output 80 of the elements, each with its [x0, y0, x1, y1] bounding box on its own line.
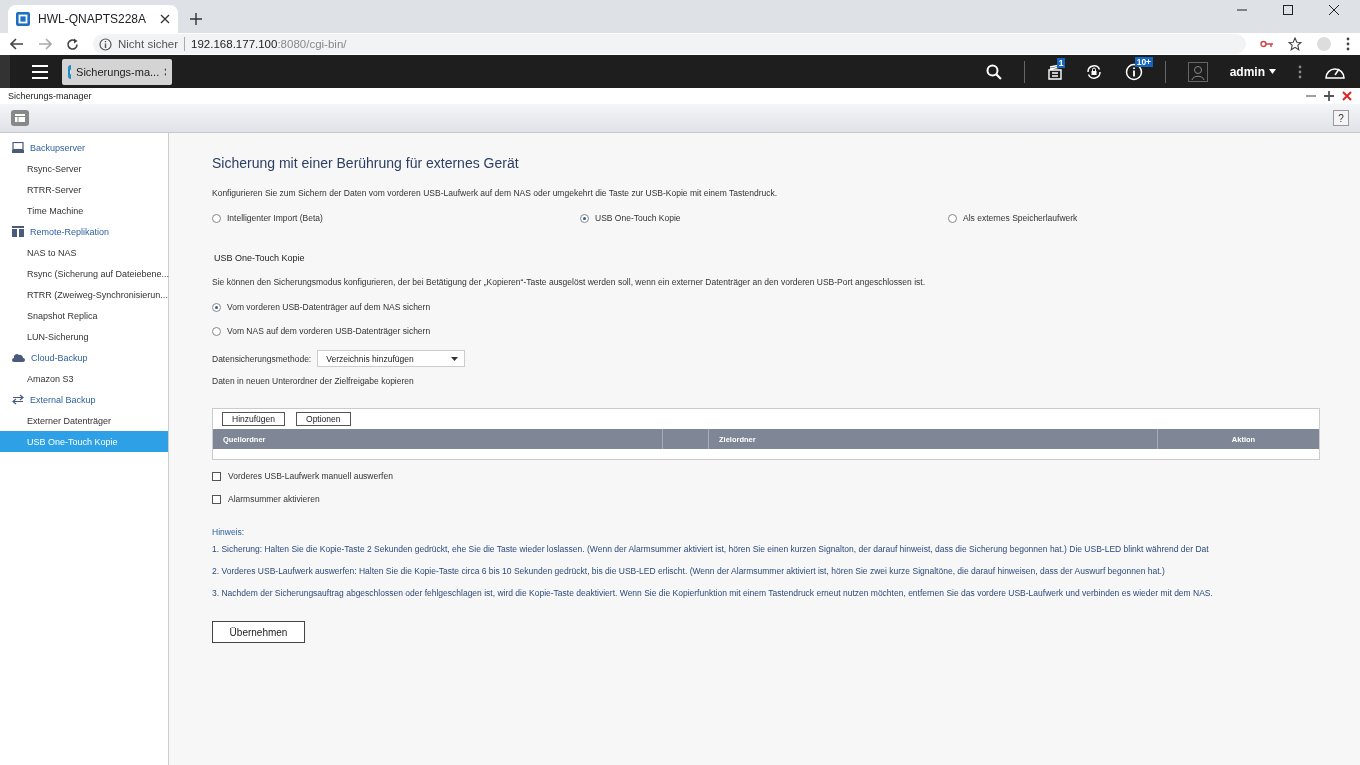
group-label: Cloud-Backup	[31, 352, 88, 363]
group-label: External Backup	[30, 394, 96, 405]
sidebar-item[interactable]: Externer Datenträger	[0, 410, 168, 431]
table-button[interactable]: Optionen	[296, 412, 351, 426]
radio-button[interactable]	[948, 213, 957, 223]
tab-title: HWL-QNAPTS228A	[38, 12, 148, 26]
cloud-icon	[12, 353, 25, 362]
radio-label: Intelligenter Import (Beta)	[227, 213, 323, 223]
reload-icon[interactable]	[66, 37, 79, 51]
help-button[interactable]: ?	[1333, 110, 1349, 126]
sidebar-item[interactable]: NAS to NAS	[0, 242, 168, 263]
sidebar-group[interactable]: Remote-Replikation	[0, 221, 168, 242]
address-field[interactable]: Nicht sicher 192.168.177.100:8080/cgi-bin/	[93, 34, 1246, 54]
method-note: Daten in neuen Unterordner der Zielfreigabe kopieren	[212, 376, 414, 386]
user-menu[interactable]: admin	[1229, 64, 1276, 79]
sidebar-item[interactable]: Time Machine	[0, 200, 168, 221]
app-tab-label: Sicherungs-ma...	[76, 65, 160, 78]
checkbox[interactable]	[212, 494, 221, 504]
method-dropdown[interactable]: Verzeichnis hinzufügen	[317, 350, 466, 367]
key-icon[interactable]	[1260, 39, 1274, 49]
radio-button[interactable]	[212, 213, 221, 223]
maximize-icon[interactable]	[1324, 91, 1334, 101]
sidebar-group[interactable]: External Backup	[0, 389, 168, 410]
radio-label: USB One-Touch Kopie	[595, 213, 681, 223]
back-icon[interactable]	[10, 38, 24, 50]
hint-text: 3. Nachdem der Sicherungsauftrag abgeschlossen oder fehlgeschlagen ist, wird die Kopie-Taste deaktiviert. Wenn Sie die Kopierfunktion mit einem Tastendruck erneut nutzen möchten, entfernen Sie das vordere USB-Laufwerk und verbinden es wieder mit dem NAS.	[212, 588, 1213, 598]
window-title: Sicherungs-manager	[8, 91, 92, 101]
intro-text: Konfigurieren Sie zum Sichern der Daten vom vorderen USB-Laufwerk auf dem NAS oder umgekehrt die Taste zur USB-Kopie mit einem Tastendruck.	[212, 188, 778, 198]
url-text: 192.168.177.100:8080/cgi-bin/	[191, 38, 347, 50]
group-label: Remote-Replikation	[30, 226, 110, 237]
sync-arrows-icon	[12, 394, 24, 405]
sync-lock-icon[interactable]	[1084, 62, 1103, 81]
app-logo-icon	[16, 12, 30, 26]
page-title: Sicherung mit einer Berührung für externes Gerät	[212, 155, 519, 171]
apply-button[interactable]: Übernehmen	[212, 621, 305, 643]
sidebar-group[interactable]: Backupserver	[0, 137, 168, 158]
radio-label: Vom NAS auf dem vorderen USB-Datenträger sichern	[227, 326, 431, 336]
security-label: Nicht sicher	[118, 38, 179, 50]
menu-icon[interactable]	[32, 64, 48, 79]
server-icon	[12, 142, 24, 153]
radio-button[interactable]	[212, 326, 221, 336]
radio-label: Als externes Speicherlaufwerk	[963, 213, 1078, 223]
layout-icon[interactable]	[11, 110, 29, 126]
section-text: Sie können den Sicherungsmodus konfigurieren, der bei Betätigung der „Kopieren“-Taste ausgelöst werden soll, wenn ein externer Datenträger an den vorderen USB-Port angeschlossen ist.	[212, 277, 925, 287]
hint-text: 2. Vorderes USB-Laufwerk auswerfen: Halten Sie die Kopie-Taste circa 6 bis 10 Sekunden gedrückt, bis die USB-LED erlischt. (Wenn der Alarmsummer aktiviert ist, hören Sie zwei kurze Signaltöne, die darauf hinweisen, dass der Auswurf begonnen hat.)	[212, 566, 1165, 576]
sidebar-item[interactable]: Amazon S3	[0, 368, 168, 389]
radio-label: Vom vorderen USB-Datenträger auf dem NAS sichern	[227, 302, 431, 312]
servers-icon	[12, 226, 24, 237]
sidebar-item[interactable]: Rsync (Sicherung auf Dateiebene...	[0, 263, 168, 284]
checkbox-label: Alarmsummer aktivieren	[228, 494, 320, 504]
hint-text: 1. Sicherung: Halten Sie die Kopie-Taste 2 Sekunden gedrückt, ehe Sie die Taste wieder loslassen. (Wenn der Alarmsummer aktiviert ist, hören Sie einen kurzen Signalton, der darauf hinweist, dass die Sicherung begonnen hat.) Die USB-LED blinkt während der Dat	[212, 544, 1209, 554]
star-icon[interactable]	[1288, 37, 1302, 51]
sidebar-group[interactable]: Cloud-Backup	[0, 347, 168, 368]
caret-icon	[451, 356, 459, 361]
info-badge: 10+	[1134, 56, 1154, 67]
sidebar-item[interactable]: RTRR (Zweiweg-Synchronisierun...	[0, 284, 168, 305]
more-icon[interactable]	[1298, 64, 1302, 79]
search-icon[interactable]	[985, 63, 1002, 80]
section-title: USB One-Touch Kopie	[214, 253, 305, 263]
group-label: Backupserver	[30, 142, 86, 153]
caret-icon	[1269, 69, 1276, 74]
checkbox[interactable]	[212, 471, 221, 481]
new-tab-icon[interactable]	[190, 13, 202, 25]
browser-tab[interactable]: HWL-QNAPTS228A	[8, 5, 178, 33]
radio-button[interactable]	[212, 302, 221, 312]
sidebar-item[interactable]: RTRR-Server	[0, 179, 168, 200]
menu-icon[interactable]	[1346, 37, 1350, 51]
checkbox-label: Vorderes USB-Laufwerk manuell auswerfen	[228, 471, 393, 481]
method-label: Datensicherungsmethode:	[212, 353, 312, 364]
maximize-icon[interactable]	[1282, 4, 1294, 16]
avatar-icon[interactable]	[1187, 61, 1208, 82]
notification-badge: 1	[1056, 57, 1066, 68]
table-button[interactable]: Hinzufügen	[222, 412, 285, 426]
sidebar-item[interactable]: LUN-Sicherung	[0, 326, 168, 347]
info-icon	[99, 37, 112, 51]
sidebar-item[interactable]: Snapshot Replica	[0, 305, 168, 326]
sidebar-item[interactable]: Rsync-Server	[0, 158, 168, 179]
radio-button[interactable]	[580, 213, 589, 223]
hint-title: Hinweis:	[212, 527, 245, 537]
app-tab[interactable]: Sicherungs-ma...	[62, 58, 172, 85]
